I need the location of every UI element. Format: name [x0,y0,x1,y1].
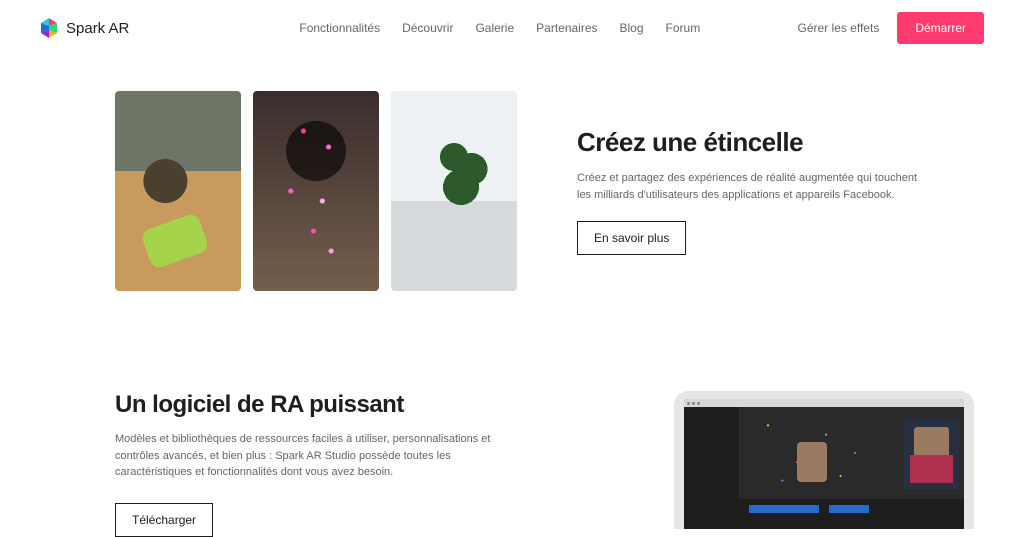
logo-text: Spark AR [66,20,129,37]
hero-image-row [115,91,517,291]
spark-logo-icon [40,18,58,38]
nav-blog[interactable]: Blog [620,21,644,35]
learn-more-button[interactable]: En savoir plus [577,221,686,255]
software-title: Un logiciel de RA puissant [115,391,495,419]
nav-decouvrir[interactable]: Découvrir [402,21,453,35]
hero-image-2 [253,91,379,291]
manage-effects-link[interactable]: Gérer les effets [798,21,880,35]
main-nav: Fonctionnalités Découvrir Galerie Parten… [299,21,700,35]
software-section: Un logiciel de RA puissant Modèles et bi… [0,331,1024,537]
hero-description: Créez et partagez des expériences de réa… [577,170,917,203]
laptop-mockup [674,391,974,529]
laptop-screen [684,399,964,529]
software-description: Modèles et bibliothèques de ressources f… [115,431,495,481]
software-text: Un logiciel de RA puissant Modèles et bi… [115,391,495,537]
start-button[interactable]: Démarrer [897,12,984,44]
site-header: Spark AR Fonctionnalités Découvrir Galer… [0,0,1024,56]
hero-image-1 [115,91,241,291]
nav-partenaires[interactable]: Partenaires [536,21,597,35]
hero-title: Créez une étincelle [577,127,917,158]
logo[interactable]: Spark AR [40,18,129,38]
hero-section: Créez une étincelle Créez et partagez de… [0,56,1024,331]
download-button[interactable]: Télécharger [115,503,213,537]
nav-galerie[interactable]: Galerie [475,21,514,35]
hero-image-3 [391,91,517,291]
hero-text: Créez une étincelle Créez et partagez de… [577,127,917,255]
nav-forum[interactable]: Forum [666,21,701,35]
nav-fonctionnalites[interactable]: Fonctionnalités [299,21,380,35]
